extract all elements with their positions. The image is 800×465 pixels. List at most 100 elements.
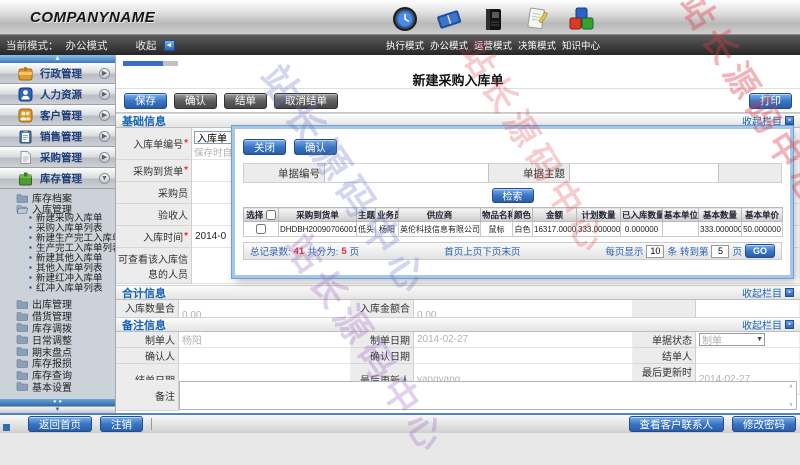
field-label-order-no: 入库单编号* bbox=[116, 128, 192, 160]
next-page-link[interactable]: 下页 bbox=[482, 247, 501, 258]
sidebar-item-inventory-mgmt[interactable]: 库存管理 ▼ bbox=[0, 168, 115, 189]
toolbar: 保存 确认 结单 取消结单 打印 bbox=[116, 88, 800, 113]
settle-button[interactable]: 结单 bbox=[224, 93, 267, 109]
row-checkbox[interactable] bbox=[256, 224, 266, 234]
sidebar-item-sales-mgmt[interactable]: 销售管理 ▶ bbox=[0, 126, 115, 147]
section-remark-header: 备注信息 收起栏目 ▪ bbox=[116, 317, 800, 332]
sidebar-item-purchase-mgmt[interactable]: 采购管理 ▶ bbox=[0, 147, 115, 168]
print-button[interactable]: 打印 bbox=[749, 93, 792, 109]
select-all-header: 选择 bbox=[244, 208, 279, 222]
arrival-orders-table: 选择 采购到货单 主题 业务员 供应商 物品名称 颜色 金额 计划数量 已入库数… bbox=[243, 207, 783, 237]
collapse-box-icon: ▪ bbox=[785, 116, 794, 125]
modal-close-button[interactable]: 关闭 bbox=[243, 139, 286, 155]
folder-icon bbox=[16, 346, 28, 356]
sidebar-collapse-up[interactable]: ▲ bbox=[0, 55, 115, 63]
goto-page-input[interactable] bbox=[711, 245, 729, 258]
scroll-up-icon[interactable]: ∧ bbox=[789, 383, 793, 390]
status-cell: 制单 ▼ bbox=[696, 332, 800, 348]
chevron-right-icon: ▶ bbox=[99, 68, 110, 79]
mode-prefix-label: 当前模式： bbox=[6, 38, 59, 53]
order-no-hint: 保存时自 bbox=[194, 145, 232, 159]
doc-subject-input[interactable] bbox=[569, 164, 719, 182]
textarea-scrollbar[interactable]: ∧∨ bbox=[786, 382, 796, 409]
search-button[interactable]: 检索 bbox=[492, 188, 534, 203]
mode-nav: 执行模式 办公模式 运营模式 决策模式 知识中心 bbox=[383, 0, 603, 55]
remark-row-2: 确认人 确认日期 结单人 bbox=[116, 348, 800, 364]
table-row: DHDBH200907060012 低头 杨阳 英伦科技信息有限公司 鼠标 白色… bbox=[244, 222, 783, 237]
change-password-button[interactable]: 修改密码 bbox=[732, 416, 796, 432]
per-page-unit: 条 bbox=[667, 244, 677, 258]
nav-knowledge-center[interactable]: 知识中心 bbox=[559, 0, 603, 55]
current-mode-value: 办公模式 bbox=[66, 38, 108, 53]
sidebar: ▲ 行政管理 ▶ 人力资源 ▶ 客户管理 ▶ 销售管理 ▶ 采购管理 ▶ 库存管… bbox=[0, 55, 115, 413]
sidebar-item-customer-mgmt[interactable]: 客户管理 ▶ bbox=[0, 105, 115, 126]
cell-base-unit bbox=[663, 222, 699, 237]
tree-link-redflush-inbound-list[interactable]: 红冲入库单列表 bbox=[0, 284, 115, 294]
color-cubes-icon bbox=[567, 0, 595, 34]
collapse-left-icon[interactable]: ◄ bbox=[164, 40, 175, 51]
view-contacts-button[interactable]: 查看客户联系人 bbox=[629, 416, 725, 432]
doc-no-input[interactable] bbox=[324, 164, 489, 182]
select-all-checkbox[interactable] bbox=[266, 210, 276, 220]
logout-button[interactable]: 注销 bbox=[100, 416, 143, 432]
pages-unit: 页 bbox=[350, 244, 360, 258]
per-page-label: 每页显示 bbox=[605, 244, 643, 258]
nav-operation-mode[interactable]: 运营模式 bbox=[471, 0, 515, 55]
collapse-section-total[interactable]: 收起栏目 ▪ bbox=[742, 285, 794, 300]
save-button[interactable]: 保存 bbox=[124, 93, 167, 109]
collapse-section-remark[interactable]: 收起栏目 ▪ bbox=[742, 317, 794, 332]
page-nav-links: 首页上页下页末页 bbox=[362, 244, 602, 258]
main-content: 新建采购入库单 保存 确认 结单 取消结单 打印 基础信息 收起栏目 ▪ 入库单… bbox=[115, 55, 800, 413]
sidebar-tree: 库存档案 入库管理 新建采购入库单 采购入库单列表 新建生产完工入库单 生产完工… bbox=[0, 189, 115, 392]
sidebar-item-hr[interactable]: 人力资源 ▶ bbox=[0, 84, 115, 105]
folder-icon bbox=[16, 381, 28, 391]
confirm-button[interactable]: 确认 bbox=[174, 93, 217, 109]
total-records-label: 总记录数: bbox=[250, 244, 291, 258]
nav-decision-mode[interactable]: 决策模式 bbox=[515, 0, 559, 55]
home-button[interactable]: 返回首页 bbox=[28, 416, 92, 432]
first-page-link[interactable]: 首页 bbox=[444, 247, 463, 258]
totals-row: 入库数量合计 0.00 入库金额合计 0.00 bbox=[116, 300, 800, 317]
clipboard-icon bbox=[18, 129, 33, 144]
chevron-right-icon: ▶ bbox=[99, 89, 110, 100]
cancel-settle-button[interactable]: 取消结单 bbox=[274, 93, 338, 109]
pagination-bar: 总记录数: 41 共分为: 5 页 首页上页下页末页 每页显示 条 转到第 页 … bbox=[243, 242, 782, 260]
collapse-box-icon: ▪ bbox=[785, 320, 794, 329]
document-icon bbox=[18, 150, 33, 165]
people-icon bbox=[18, 108, 33, 123]
doc-no-label: 单据编号 bbox=[244, 166, 324, 181]
status-select[interactable]: 制单 ▼ bbox=[699, 333, 765, 346]
modal-confirm-button[interactable]: 确认 bbox=[294, 139, 337, 155]
cell-item: 鼠标 bbox=[481, 222, 513, 237]
prev-page-link[interactable]: 上页 bbox=[463, 247, 482, 258]
nav-office-mode[interactable]: 办公模式 bbox=[427, 0, 471, 55]
sidebar-item-admin-mgmt[interactable]: 行政管理 ▶ bbox=[0, 63, 115, 84]
chevron-right-icon: ▶ bbox=[99, 131, 110, 142]
company-logo: COMPANYNAME bbox=[30, 9, 155, 26]
sidebar-footer-bars: ● ● ▼ bbox=[0, 399, 115, 413]
tree-folder-basic-settings[interactable]: 基本设置 bbox=[0, 381, 115, 393]
goto-unit: 页 bbox=[732, 244, 742, 258]
sidebar-scroll-bar[interactable]: ● ● bbox=[0, 399, 115, 406]
cell-base-qty: 333.000000 bbox=[699, 222, 742, 237]
page-title: 新建采购入库单 bbox=[116, 70, 800, 89]
collapse-link[interactable]: 收起 bbox=[136, 38, 157, 53]
folder-icon bbox=[16, 193, 28, 203]
settler-label: 结单人 bbox=[633, 348, 696, 364]
last-page-link[interactable]: 末页 bbox=[501, 247, 520, 258]
remark-row-3: 结单日期 最后更新人 yangyang 最后更新时间 2014-02-27 bbox=[116, 364, 800, 380]
dropdown-arrow-icon: ▼ bbox=[756, 336, 764, 343]
sidebar-collapse-down[interactable]: ▼ bbox=[0, 406, 115, 413]
cell-plan-qty: 333.000000 bbox=[577, 222, 621, 237]
field-label-arrival-order: 采购到货单* bbox=[116, 160, 192, 182]
pages-label: 共分为: bbox=[307, 244, 338, 258]
settler-value bbox=[696, 348, 800, 364]
divider bbox=[151, 418, 152, 430]
note-textarea[interactable]: ∧∨ bbox=[179, 381, 797, 410]
go-button[interactable]: GO bbox=[745, 244, 775, 258]
cell-received-qty: 0.000000 bbox=[621, 222, 663, 237]
table-header-row: 选择 采购到货单 主题 业务员 供应商 物品名称 颜色 金额 计划数量 已入库数… bbox=[244, 208, 783, 222]
per-page-input[interactable] bbox=[646, 245, 664, 258]
nav-exec-mode[interactable]: 执行模式 bbox=[383, 0, 427, 55]
scroll-down-icon[interactable]: ∨ bbox=[789, 401, 793, 408]
